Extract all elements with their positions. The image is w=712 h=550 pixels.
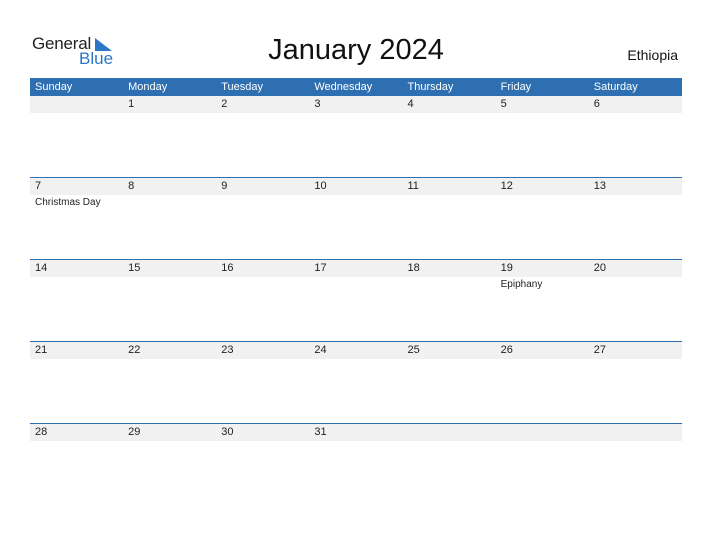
date-cell: 16: [221, 262, 234, 274]
weekday-wednesday: Wednesday: [314, 81, 373, 93]
event-cell: [123, 195, 216, 209]
date-cell: [589, 424, 682, 441]
date-cell: 19: [500, 262, 513, 274]
event-cell: [403, 113, 496, 114]
event-cell: [216, 441, 309, 442]
event-cell: [589, 359, 682, 360]
date-cell: 8: [128, 180, 135, 192]
date-cell: 29: [128, 426, 141, 438]
event-cell: [403, 441, 496, 442]
date-cell: 6: [593, 98, 600, 110]
holiday-label: Christmas Day: [35, 197, 101, 208]
event-cell: [30, 441, 123, 442]
date-cell: 5: [500, 98, 507, 110]
date-cell: 31: [314, 426, 327, 438]
event-cell: [403, 359, 496, 360]
week-row: 14 15 16 17 18 19 20 Epiphany: [30, 259, 682, 341]
event-cell: [216, 195, 309, 209]
date-cell: 10: [314, 180, 327, 192]
date-cell: 21: [35, 344, 48, 356]
calendar-grid: Sunday Monday Tuesday Wednesday Thursday…: [30, 78, 682, 505]
weekday-monday: Monday: [128, 81, 168, 93]
date-cell: 14: [35, 262, 48, 274]
date-cell: 30: [221, 426, 234, 438]
event-cell: [30, 277, 123, 291]
week-row: 1 2 3 4 5 6: [30, 96, 682, 177]
event-cell: [123, 277, 216, 291]
date-cell: [30, 96, 123, 113]
event-cell: [589, 113, 682, 114]
week-row: 7 8 9 10 11 12 13 Christmas Day: [30, 177, 682, 259]
date-cell: 3: [314, 98, 321, 110]
event-cell: [496, 359, 589, 360]
weekday-saturday: Saturday: [593, 81, 638, 93]
date-cell: 17: [314, 262, 327, 274]
date-cell: 27: [593, 344, 606, 356]
event-cell: [216, 113, 309, 114]
date-cell: 13: [593, 180, 606, 192]
date-cell: 26: [500, 344, 513, 356]
holiday-label: Epiphany: [500, 279, 543, 290]
date-cell: 9: [221, 180, 228, 192]
event-cell: [30, 359, 123, 360]
event-cell: [309, 359, 402, 360]
weekday-tuesday: Tuesday: [221, 81, 264, 93]
weekday-thursday: Thursday: [407, 81, 454, 93]
event-cell: [30, 113, 123, 114]
date-cell: 22: [128, 344, 141, 356]
event-cell: [589, 277, 682, 291]
date-cell: 24: [314, 344, 327, 356]
event-cell: [309, 113, 402, 114]
date-cell: 4: [407, 98, 414, 110]
date-cell: 20: [593, 262, 606, 274]
weekday-sunday: Sunday: [35, 81, 73, 93]
date-cell: 23: [221, 344, 234, 356]
date-cell: 15: [128, 262, 141, 274]
event-cell: [123, 359, 216, 360]
weekday-friday: Friday: [500, 81, 532, 93]
country-label: Ethiopia: [627, 47, 678, 63]
date-cell: 1: [128, 98, 135, 110]
event-cell: [309, 441, 402, 442]
week-row: 21 22 23 24 25 26 27: [30, 341, 682, 423]
weekday-header: Sunday Monday Tuesday Wednesday Thursday…: [30, 78, 682, 96]
date-cell: 18: [407, 262, 420, 274]
date-cell: 25: [407, 344, 420, 356]
event-cell: [216, 277, 309, 291]
event-cell: [589, 441, 682, 442]
event-cell: [496, 113, 589, 114]
event-cell: [123, 441, 216, 442]
date-cell: [403, 424, 496, 441]
event-cell: [309, 277, 402, 291]
event-cell: [403, 195, 496, 209]
event-cell: [309, 195, 402, 209]
event-cell: [216, 359, 309, 360]
event-cell: [123, 113, 216, 114]
date-cell: 2: [221, 98, 228, 110]
date-cell: 11: [407, 180, 419, 192]
date-cell: 12: [500, 180, 513, 192]
week-row: 28 29 30 31: [30, 423, 682, 505]
event-cell: [589, 195, 682, 209]
date-cell: [496, 424, 589, 441]
event-cell: [496, 195, 589, 209]
event-cell: [403, 277, 496, 291]
date-cell: 7: [35, 180, 42, 192]
event-cell: [496, 441, 589, 442]
date-cell: 28: [35, 426, 48, 438]
calendar-title: January 2024: [268, 34, 444, 66]
